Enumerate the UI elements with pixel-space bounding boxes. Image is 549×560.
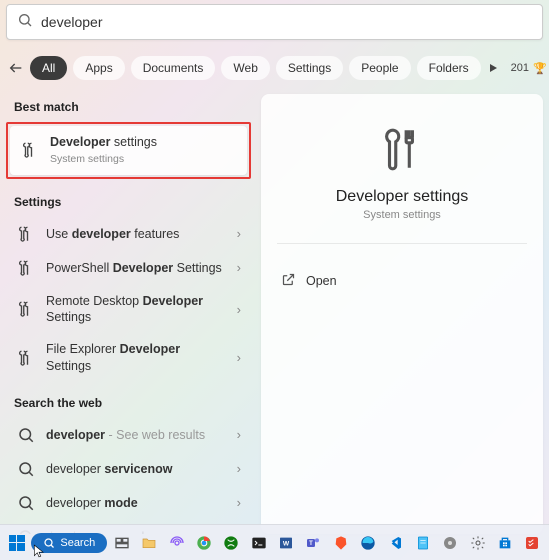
filter-all[interactable]: All — [30, 56, 67, 80]
rewards-badge[interactable]: 201 🏆 — [511, 62, 547, 75]
section-best-match: Best match — [6, 94, 251, 122]
edge-icon[interactable] — [355, 529, 380, 557]
terminal-icon[interactable] — [246, 529, 271, 557]
preview-title: Developer settings — [277, 188, 527, 206]
start-button[interactable] — [4, 529, 29, 557]
result-text: Developer settings System settings — [50, 134, 237, 167]
preview-pane: Developer settings System settings Open — [261, 94, 543, 534]
podcast-icon[interactable] — [164, 529, 189, 557]
task-view-icon[interactable] — [109, 529, 134, 557]
result-web[interactable]: developer mode › — [6, 486, 251, 520]
back-button[interactable] — [8, 54, 24, 82]
svg-text:W: W — [283, 540, 290, 547]
result-text: PowerShell Developer Settings — [46, 260, 227, 276]
chevron-right-icon: › — [237, 461, 241, 476]
explorer-icon[interactable] — [137, 529, 162, 557]
tools-icon — [16, 300, 36, 318]
result-text: developer - See web results — [46, 427, 227, 443]
search-icon — [16, 460, 36, 478]
app-icon[interactable] — [438, 529, 463, 557]
svg-text:T: T — [310, 541, 314, 547]
search-icon — [16, 494, 36, 512]
preview-subtitle: System settings — [277, 209, 527, 221]
result-best-match[interactable]: Developer settings System settings — [10, 126, 247, 175]
brave-icon[interactable] — [328, 529, 353, 557]
windows-icon — [9, 535, 25, 551]
result-text: Remote Desktop Developer Settings — [46, 293, 227, 326]
search-icon — [17, 12, 33, 33]
rewards-points: 201 — [511, 62, 529, 74]
search-bar[interactable] — [6, 4, 543, 40]
teams-icon[interactable]: T — [301, 529, 326, 557]
settings-icon[interactable] — [465, 529, 490, 557]
search-input[interactable] — [41, 14, 532, 30]
taskbar-search-label: Search — [60, 537, 95, 549]
filter-settings[interactable]: Settings — [276, 56, 343, 80]
vscode-icon[interactable] — [383, 529, 408, 557]
filter-web[interactable]: Web — [221, 56, 269, 80]
chevron-right-icon: › — [237, 350, 241, 365]
result-setting[interactable]: File Explorer Developer Settings › — [6, 333, 251, 382]
result-web[interactable]: developer servicenow › — [6, 452, 251, 486]
tools-icon — [20, 141, 40, 159]
chrome-icon[interactable] — [191, 529, 216, 557]
result-text: Use developer features — [46, 226, 227, 242]
section-web: Search the web — [6, 390, 251, 418]
search-icon — [43, 537, 55, 549]
filter-documents[interactable]: Documents — [131, 56, 216, 80]
filter-people[interactable]: People — [349, 56, 410, 80]
open-label: Open — [306, 274, 337, 288]
result-setting[interactable]: PowerShell Developer Settings › — [6, 251, 251, 285]
highlight-box: Developer settings System settings — [6, 122, 251, 179]
todoist-icon[interactable] — [520, 529, 545, 557]
result-text: developer mode — [46, 495, 227, 511]
result-text: File Explorer Developer Settings — [46, 341, 227, 374]
notepad-icon[interactable] — [410, 529, 435, 557]
chevron-right-icon: › — [237, 302, 241, 317]
word-icon[interactable]: W — [273, 529, 298, 557]
result-setting[interactable]: Use developer features › — [6, 217, 251, 251]
taskbar: Search W T — [0, 524, 549, 560]
filter-apps[interactable]: Apps — [73, 56, 124, 80]
chevron-right-icon: › — [237, 495, 241, 510]
result-web[interactable]: developer - See web results › — [6, 418, 251, 452]
filter-bar: All Apps Documents Web Settings People F… — [6, 54, 543, 82]
store-icon[interactable] — [492, 529, 517, 557]
chevron-right-icon: › — [237, 226, 241, 241]
tools-icon — [16, 349, 36, 367]
tools-icon — [16, 259, 36, 277]
filter-folders[interactable]: Folders — [417, 56, 481, 80]
section-settings: Settings — [6, 189, 251, 217]
trophy-icon: 🏆 — [533, 62, 547, 75]
filters-more-button[interactable] — [487, 54, 499, 82]
search-icon — [16, 426, 36, 444]
xbox-icon[interactable] — [219, 529, 244, 557]
tools-icon — [377, 124, 427, 174]
results-list: Best match Developer settings System set… — [6, 94, 251, 534]
open-icon — [281, 272, 296, 290]
open-action[interactable]: Open — [277, 266, 527, 296]
taskbar-search[interactable]: Search — [31, 533, 107, 553]
tools-icon — [16, 225, 36, 243]
result-setting[interactable]: Remote Desktop Developer Settings › — [6, 285, 251, 334]
chevron-right-icon: › — [237, 260, 241, 275]
result-text: developer servicenow — [46, 461, 227, 477]
chevron-right-icon: › — [237, 427, 241, 442]
divider — [277, 243, 527, 244]
